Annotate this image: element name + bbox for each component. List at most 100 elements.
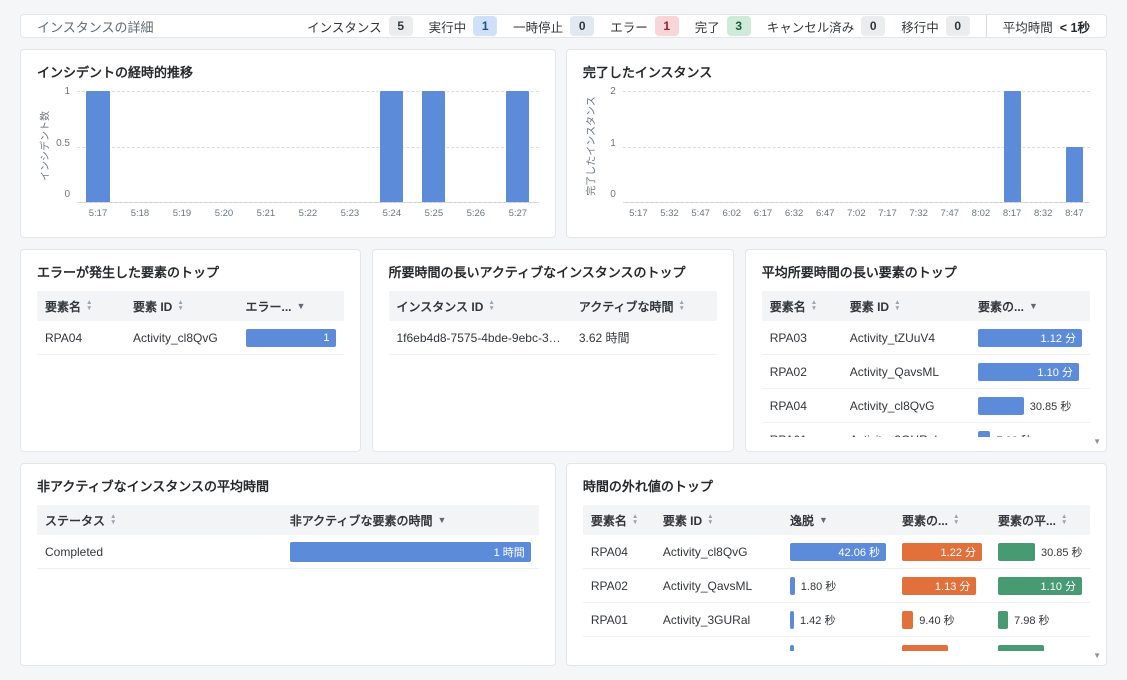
table-header: 要素名▲▼要素 ID▲▼要素の...▼: [762, 291, 1090, 321]
table-row[interactable]: RPA04Activity_cl8QvG1: [37, 321, 344, 355]
bar-slot: [934, 91, 965, 202]
table-header: インスタンス ID▲▼アクティブな時間▲▼: [389, 291, 717, 321]
tables-row-top: エラーが発生した要素のトップ 要素名▲▼要素 ID▲▼エラー...▼ RPA04…: [20, 249, 1107, 452]
table-row[interactable]: RPA04Activity_cl8QvG30.85 秒: [762, 389, 1090, 423]
value-bar[interactable]: [790, 645, 794, 652]
column-header[interactable]: 要素の...▲▼: [894, 506, 990, 535]
value-bar[interactable]: 1.10 分: [978, 363, 1079, 381]
sort-icon[interactable]: ▲▼: [177, 300, 183, 312]
bar[interactable]: [1066, 147, 1083, 203]
column-header[interactable]: アクティブな時間▲▼: [571, 292, 717, 321]
sort-icon[interactable]: ▲▼: [86, 300, 92, 312]
value-bar[interactable]: [902, 645, 948, 652]
bar-cell: 1.13 分: [902, 577, 982, 595]
bar-slot: [497, 91, 539, 202]
column-header[interactable]: 要素 ID▲▼: [842, 292, 970, 321]
x-tick-label: 5:19: [161, 203, 203, 223]
column-header[interactable]: 要素 ID▲▼: [655, 506, 782, 535]
sort-icon[interactable]: ▲▼: [894, 300, 900, 312]
x-tick-label: 7:17: [872, 203, 903, 223]
column-header[interactable]: エラー...▼: [238, 292, 344, 321]
table-row[interactable]: RPA03Activity_tZUuV41.12 分: [762, 321, 1090, 355]
chart-title: 完了したインスタンス: [583, 62, 1090, 81]
value-bar[interactable]: 1.10 分: [998, 577, 1082, 595]
sort-icon[interactable]: ▼: [1029, 302, 1038, 311]
stat-label: 実行中: [429, 17, 467, 36]
value-bar[interactable]: [790, 577, 795, 595]
bar-cell: 1.42 秒: [790, 611, 886, 629]
column-header[interactable]: ステータス▲▼: [37, 506, 282, 535]
cell: [894, 645, 990, 652]
sort-icon[interactable]: ▲▼: [953, 514, 959, 526]
column-header[interactable]: 要素名▲▼: [583, 506, 655, 535]
bar[interactable]: [422, 91, 445, 202]
column-label: 要素の平...: [998, 512, 1056, 529]
value-bar[interactable]: 1.22 分: [902, 543, 982, 561]
sort-icon[interactable]: ▲▼: [488, 300, 494, 312]
column-header[interactable]: 要素名▲▼: [37, 292, 125, 321]
cell: Completed: [37, 545, 282, 559]
value-bar[interactable]: 1.13 分: [902, 577, 976, 595]
sort-icon[interactable]: ▲▼: [679, 300, 685, 312]
table-row[interactable]: 1f6eb4d8-7575-4bde-9ebc-32b9...3.62 時間: [389, 321, 717, 355]
column-header[interactable]: 要素の平... ▲▼: [990, 506, 1090, 535]
value-bar[interactable]: [998, 645, 1044, 652]
table-row[interactable]: RPA02Activity_QavsML1.80 秒1.13 分1.10 分: [583, 569, 1090, 603]
column-header[interactable]: インスタンス ID▲▼: [389, 292, 571, 321]
sort-icon[interactable]: ▼: [819, 516, 828, 525]
column-header[interactable]: 要素の...▼: [970, 292, 1090, 321]
average-time-value: < 1秒: [1060, 17, 1090, 36]
stat-label: キャンセル済み: [767, 17, 855, 36]
table-body: Completed 1 時間: [37, 535, 539, 569]
stat-badge: 0: [570, 16, 594, 36]
value-bar[interactable]: [978, 431, 990, 438]
bar[interactable]: [1004, 91, 1021, 202]
x-tick-label: 5:21: [245, 203, 287, 223]
column-header[interactable]: 非アクティブな要素の時間▼: [282, 506, 539, 535]
table-row[interactable]: [583, 637, 1090, 651]
sort-icon[interactable]: ▲▼: [811, 300, 817, 312]
column-header[interactable]: 要素 ID▲▼: [125, 292, 238, 321]
value-bar[interactable]: 1.12 分: [978, 329, 1082, 347]
sort-icon[interactable]: ▲▼: [1061, 514, 1067, 526]
bar[interactable]: [380, 91, 403, 202]
x-tick-label: 6:17: [747, 203, 778, 223]
sort-icon[interactable]: ▼: [437, 516, 446, 525]
table-body: RPA04Activity_cl8QvG1: [37, 321, 344, 355]
bar-cell: 1.12 分: [978, 329, 1082, 347]
scroll-down-icon[interactable]: ▼: [1093, 651, 1101, 660]
y-tick-label: 0: [64, 190, 70, 199]
bar[interactable]: [506, 91, 529, 202]
column-header[interactable]: 要素名▲▼: [762, 292, 842, 321]
value-bar[interactable]: 42.06 秒: [790, 543, 886, 561]
bar[interactable]: [86, 91, 109, 202]
sort-icon[interactable]: ▼: [297, 302, 306, 311]
cell: 1 時間: [282, 542, 539, 562]
table-row[interactable]: RPA02Activity_QavsML1.10 分: [762, 355, 1090, 389]
value-bar[interactable]: [998, 543, 1035, 561]
x-tick-label: 5:18: [119, 203, 161, 223]
value-bar[interactable]: [978, 397, 1024, 415]
column-header[interactable]: 逸脱▼: [782, 506, 894, 535]
x-tick-label: 6:47: [810, 203, 841, 223]
value-bar[interactable]: [902, 611, 913, 629]
sort-icon[interactable]: ▲▼: [707, 514, 713, 526]
table-row[interactable]: RPA01Activity_3GURal7.98 秒: [762, 423, 1090, 437]
page-title: インスタンスの詳細: [37, 17, 153, 36]
table-row[interactable]: RPA01Activity_3GURal1.42 秒9.40 秒7.98 秒: [583, 603, 1090, 637]
table-header: 要素名▲▼要素 ID▲▼エラー...▼: [37, 291, 344, 321]
value-bar[interactable]: 1: [246, 329, 336, 347]
stat-average-time: 平均時間 < 1秒: [1003, 17, 1090, 36]
table-row[interactable]: Completed 1 時間: [37, 535, 539, 569]
value-bar[interactable]: [790, 611, 794, 629]
scroll-down-icon[interactable]: ▼: [1093, 437, 1101, 446]
cell: 1.13 分: [894, 577, 990, 595]
sort-icon[interactable]: ▲▼: [110, 514, 116, 526]
value-bar[interactable]: [998, 611, 1008, 629]
y-tick-label: 0.5: [56, 139, 70, 148]
cell: 1.80 秒: [782, 577, 894, 595]
table-row[interactable]: RPA04Activity_cl8QvG42.06 秒1.22 分30.85 秒: [583, 535, 1090, 569]
sort-icon[interactable]: ▲▼: [632, 514, 638, 526]
bar-slot: [203, 91, 245, 202]
value-bar[interactable]: 1 時間: [290, 542, 531, 562]
